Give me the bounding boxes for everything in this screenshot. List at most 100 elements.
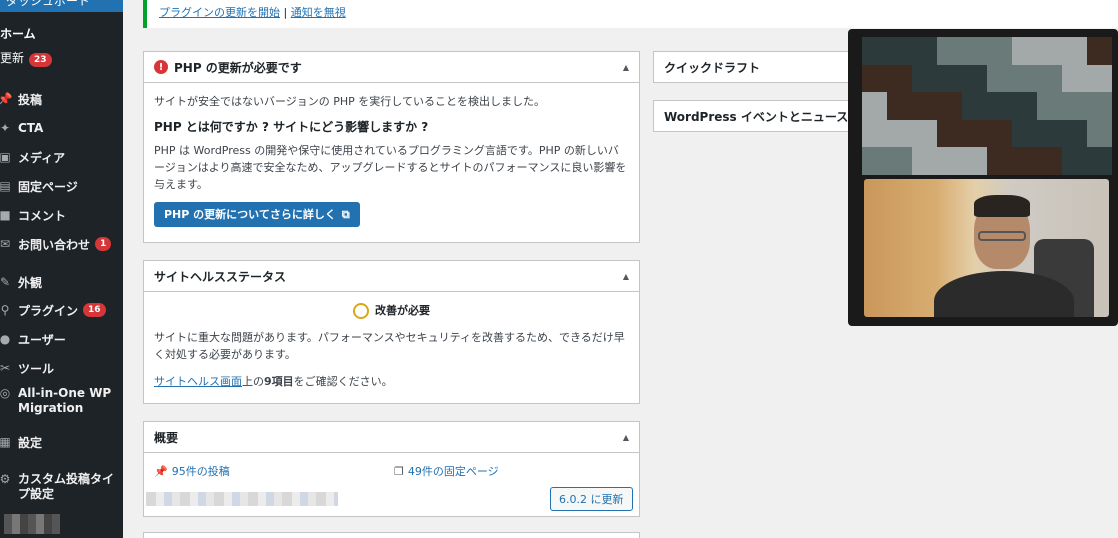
- pixel-cell: [912, 64, 937, 93]
- pixel-cell: [862, 92, 887, 120]
- link-label: 95件の投稿: [171, 465, 230, 478]
- health-description: サイトに重大な問題があります。パフォーマンスやセキュリティを改善するため、できる…: [154, 331, 625, 361]
- sidebar-item-label-line2: プ設定: [18, 487, 55, 501]
- sidebar-item[interactable]: ▤ 固定ページ: [0, 174, 123, 198]
- sidebar-subitem-updates[interactable]: 更新 23: [0, 49, 52, 67]
- pixel-cell: [962, 37, 987, 65]
- sidebar-item[interactable]: ✎ 外観: [0, 270, 123, 294]
- sidebar-item[interactable]: ◎ All-in-One WP Migration: [0, 386, 123, 420]
- collapse-toggle-icon[interactable]: ▲: [623, 272, 629, 281]
- pin-icon: 📌: [154, 465, 168, 478]
- video-call-overlay[interactable]: [848, 29, 1118, 326]
- sidebar-item[interactable]: ■ コメント: [0, 203, 123, 227]
- pixel-cell: [887, 147, 912, 175]
- pixel-cell: [1087, 147, 1112, 175]
- sidebar-item-label: 固定ページ: [18, 179, 78, 194]
- pixel-cell: [962, 92, 987, 120]
- postbox-title: PHP の更新が必要です: [174, 60, 302, 75]
- blurred-sidebar-item: [4, 514, 60, 534]
- start-plugin-update-link[interactable]: プラグインの更新を開始: [159, 6, 280, 19]
- pixel-cell: [1062, 37, 1087, 65]
- plugin-icon: ⚲: [0, 303, 10, 317]
- posts-count-link[interactable]: 📌 95件の投稿: [154, 463, 230, 479]
- pixel-cell: [937, 119, 962, 148]
- php-update-postbox: ! PHP の更新が必要です ▲ サイトが安全ではないバージョンの PHP を実…: [143, 51, 640, 243]
- update-wordpress-button[interactable]: 6.0.2 に更新: [550, 487, 633, 511]
- sidebar-item[interactable]: 📌 投稿: [0, 87, 123, 111]
- error-icon: !: [154, 60, 168, 74]
- sidebar-item[interactable]: ✂ ツール: [0, 356, 123, 380]
- postbox-header: ! PHP の更新が必要です ▲: [144, 52, 639, 83]
- pages-count-link[interactable]: ❐ 49件の固定ページ: [394, 463, 499, 479]
- pixel-cell: [1037, 92, 1062, 120]
- health-status-label: 改善が必要: [375, 304, 430, 317]
- health-status-circle-icon: [353, 303, 369, 319]
- pixel-cell: [1037, 147, 1062, 175]
- sidebar-item-label: ツール: [18, 361, 55, 376]
- sidebar-item[interactable]: ▣ メディア: [0, 145, 123, 169]
- collapse-toggle-icon[interactable]: ▲: [623, 433, 629, 442]
- mail-icon: ✉: [0, 237, 11, 251]
- sidebar-item-label: All-in-One WP Migration: [18, 386, 111, 416]
- sidebar-item-label-line2: Migration: [18, 401, 84, 415]
- sidebar-item[interactable]: ● ユーザー: [0, 327, 123, 351]
- postbox-header: 概要 ▲: [144, 422, 639, 453]
- postbox-header: サイトヘルスステータス ▲: [144, 261, 639, 292]
- pixel-cell: [987, 147, 1012, 175]
- health-suffix-text: をご確認ください。: [293, 375, 393, 388]
- pixel-cell: [1087, 37, 1112, 65]
- pixel-cell: [887, 64, 912, 93]
- postbox-title: 概要: [154, 430, 179, 445]
- postbox-title: サイトヘルスステータス: [154, 269, 287, 284]
- sidebar-item[interactable]: ⚲ プラグイン 16: [0, 298, 123, 322]
- pixel-cell: [1012, 119, 1037, 148]
- pixel-cell: [862, 147, 887, 175]
- pixel-cell: [1062, 147, 1087, 175]
- pixel-cell: [937, 92, 962, 120]
- blurred-wordpress-version-text: [146, 492, 338, 506]
- sidebar-item-label: コメント: [18, 208, 67, 223]
- person-hair-shape: [974, 195, 1030, 217]
- pixel-cell: [1037, 37, 1062, 65]
- collapse-toggle-icon[interactable]: ▲: [623, 63, 629, 72]
- sidebar-item-label: 設定: [18, 435, 43, 450]
- pixel-cell: [887, 37, 912, 65]
- link-label: 49件の固定ページ: [407, 465, 499, 478]
- wrench-icon: ✂: [0, 361, 11, 375]
- postbox-title[interactable]: WordPress イベントとニュース: [664, 108, 848, 125]
- pixel-cell: [887, 92, 912, 120]
- php-description: PHP は WordPress の開発や保守に使用されているプログラミング言語で…: [154, 144, 627, 191]
- sidebar-item-label: メディア: [18, 150, 66, 165]
- pixel-cell: [1012, 92, 1037, 120]
- glasses-shape: [978, 231, 1026, 241]
- postbox-title[interactable]: クイックドラフト: [664, 59, 760, 76]
- pixel-cell: [937, 64, 962, 93]
- pixel-cell: [987, 37, 1012, 65]
- pixel-cell: [912, 147, 937, 175]
- next-postbox: [143, 532, 640, 538]
- learn-php-update-button[interactable]: PHP の更新についてさらに詳しく ⧉: [154, 202, 360, 227]
- pixel-cell: [862, 119, 887, 148]
- sidebar-item[interactable]: ⚙ カスタム投稿タイ プ設定: [0, 472, 123, 506]
- php-intro-text: サイトが安全ではないバージョンの PHP を実行していることを検出しました。: [154, 95, 545, 108]
- pixel-cell: [912, 92, 937, 120]
- sidebar-item-dashboard[interactable]: ダッシュボード: [0, 0, 123, 12]
- dismiss-notice-link[interactable]: 通知を無視: [291, 6, 346, 19]
- user-icon: ●: [0, 332, 11, 346]
- pixel-cell: [987, 92, 1012, 120]
- sidebar-item[interactable]: ✉ お問い合わせ 1: [0, 232, 123, 256]
- pixel-cell: [1062, 119, 1087, 148]
- php-question-heading: PHP とは何ですか ? サイトにどう影響しますか ?: [154, 120, 429, 134]
- settings-icon: ▦: [0, 435, 11, 449]
- camera-video-tile: [864, 179, 1109, 317]
- pixel-cell: [1012, 147, 1037, 175]
- postbox-header: クイックドラフト: [654, 52, 867, 82]
- pixelated-video-tile: [862, 37, 1112, 175]
- pixel-cell: [962, 147, 987, 175]
- pin-icon: ✦: [0, 121, 11, 135]
- sidebar-subitem-home[interactable]: ホーム: [0, 25, 36, 42]
- quick-draft-postbox: クイックドラフト: [653, 51, 868, 83]
- sidebar-item[interactable]: ▦ 設定: [0, 430, 123, 454]
- site-health-link[interactable]: サイトヘルス画面: [154, 375, 242, 388]
- sidebar-item[interactable]: ✦ CTA: [0, 116, 123, 140]
